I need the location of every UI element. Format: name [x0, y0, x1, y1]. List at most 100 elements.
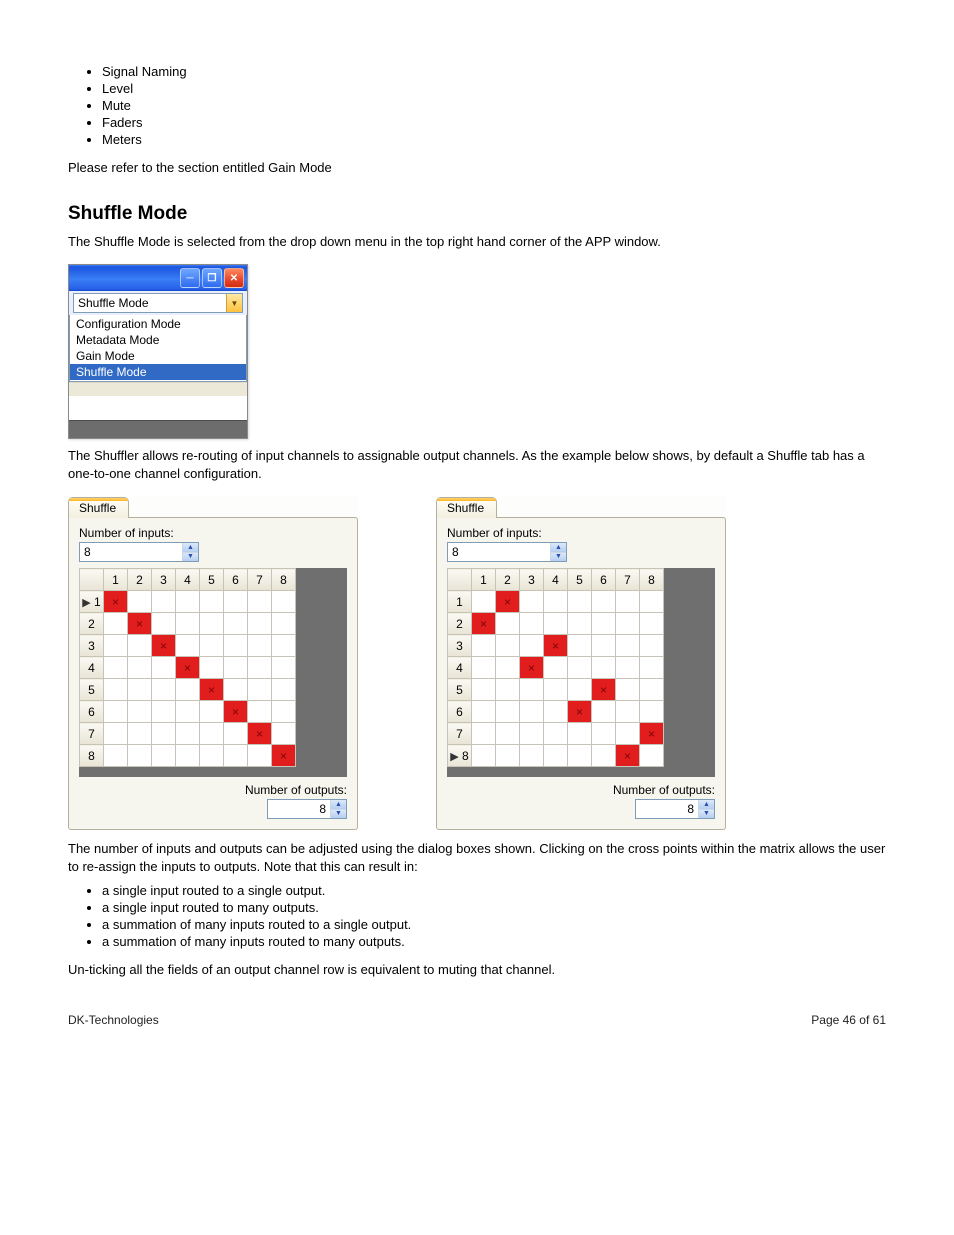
grid-cell[interactable]: [592, 723, 616, 745]
mode-dropdown[interactable]: Configuration ModeMetadata ModeGain Mode…: [69, 315, 247, 382]
grid-cell[interactable]: [520, 679, 544, 701]
grid-cell[interactable]: ×: [176, 657, 200, 679]
grid-cell[interactable]: [224, 679, 248, 701]
grid-cell[interactable]: [224, 657, 248, 679]
grid-cell[interactable]: [200, 657, 224, 679]
mode-option[interactable]: Metadata Mode: [70, 332, 246, 348]
grid-cell[interactable]: [496, 679, 520, 701]
grid-cell[interactable]: ×: [616, 745, 640, 767]
grid-cell[interactable]: [568, 679, 592, 701]
grid-cell[interactable]: [272, 701, 296, 723]
grid-cell[interactable]: [272, 679, 296, 701]
grid-cell[interactable]: [272, 591, 296, 613]
grid-cell[interactable]: [224, 591, 248, 613]
grid-cell[interactable]: [520, 701, 544, 723]
chevron-up-icon[interactable]: ▲: [551, 543, 566, 553]
grid-cell[interactable]: [200, 745, 224, 767]
grid-cell[interactable]: [568, 723, 592, 745]
grid-cell[interactable]: [152, 657, 176, 679]
grid-cell[interactable]: ×: [128, 613, 152, 635]
grid-cell[interactable]: [640, 701, 664, 723]
grid-cell[interactable]: [616, 679, 640, 701]
chevron-up-icon[interactable]: ▲: [183, 543, 198, 553]
grid-cell[interactable]: [472, 745, 496, 767]
chevron-down-icon[interactable]: ▼: [551, 553, 566, 562]
grid-cell[interactable]: [544, 657, 568, 679]
grid-cell[interactable]: [200, 591, 224, 613]
grid-cell[interactable]: [640, 613, 664, 635]
grid-cell[interactable]: [104, 657, 128, 679]
chevron-down-icon[interactable]: ▼: [699, 810, 714, 819]
grid-cell[interactable]: [496, 613, 520, 635]
grid-cell[interactable]: [128, 635, 152, 657]
grid-cell[interactable]: [152, 745, 176, 767]
grid-cell[interactable]: [544, 613, 568, 635]
grid-cell[interactable]: [200, 613, 224, 635]
mode-option[interactable]: Configuration Mode: [70, 316, 246, 332]
grid-cell[interactable]: [128, 701, 152, 723]
grid-cell[interactable]: [592, 591, 616, 613]
grid-cell[interactable]: [544, 745, 568, 767]
grid-cell[interactable]: [472, 723, 496, 745]
grid-cell[interactable]: [200, 635, 224, 657]
grid-cell[interactable]: [496, 635, 520, 657]
chevron-up-icon[interactable]: ▲: [331, 800, 346, 810]
tab-shuffle[interactable]: Shuffle: [436, 497, 497, 518]
grid-cell[interactable]: [496, 701, 520, 723]
grid-cell[interactable]: [104, 701, 128, 723]
chevron-down-icon[interactable]: ▼: [183, 553, 198, 562]
mode-option[interactable]: Gain Mode: [70, 348, 246, 364]
grid-cell[interactable]: [104, 723, 128, 745]
grid-cell[interactable]: [616, 723, 640, 745]
grid-cell[interactable]: [472, 701, 496, 723]
routing-grid[interactable]: 123456781×2×3×4×5×6×7×▶ 8×: [447, 568, 664, 767]
grid-cell[interactable]: [248, 679, 272, 701]
grid-cell[interactable]: ×: [200, 679, 224, 701]
grid-cell[interactable]: [128, 591, 152, 613]
grid-cell[interactable]: ×: [152, 635, 176, 657]
grid-cell[interactable]: ×: [496, 591, 520, 613]
grid-cell[interactable]: [224, 723, 248, 745]
grid-cell[interactable]: [176, 635, 200, 657]
grid-cell[interactable]: [520, 723, 544, 745]
chevron-up-icon[interactable]: ▲: [699, 800, 714, 810]
grid-cell[interactable]: [520, 635, 544, 657]
grid-cell[interactable]: ×: [520, 657, 544, 679]
grid-cell[interactable]: [544, 679, 568, 701]
grid-cell[interactable]: [248, 613, 272, 635]
grid-cell[interactable]: [520, 613, 544, 635]
grid-cell[interactable]: [592, 613, 616, 635]
grid-cell[interactable]: [248, 657, 272, 679]
grid-cell[interactable]: [104, 745, 128, 767]
grid-cell[interactable]: ×: [104, 591, 128, 613]
grid-cell[interactable]: [592, 635, 616, 657]
grid-cell[interactable]: [128, 745, 152, 767]
grid-cell[interactable]: [616, 613, 640, 635]
grid-cell[interactable]: ×: [272, 745, 296, 767]
grid-cell[interactable]: [640, 679, 664, 701]
grid-cell[interactable]: ×: [640, 723, 664, 745]
grid-cell[interactable]: [592, 657, 616, 679]
grid-cell[interactable]: [472, 635, 496, 657]
grid-cell[interactable]: [176, 591, 200, 613]
grid-cell[interactable]: [128, 679, 152, 701]
outputs-stepper[interactable]: 8 ▲▼: [267, 799, 347, 819]
grid-cell[interactable]: [272, 657, 296, 679]
grid-cell[interactable]: ×: [472, 613, 496, 635]
grid-cell[interactable]: [616, 591, 640, 613]
grid-cell[interactable]: [248, 591, 272, 613]
grid-cell[interactable]: [224, 635, 248, 657]
grid-cell[interactable]: [568, 657, 592, 679]
inputs-stepper[interactable]: 8 ▲▼: [79, 542, 199, 562]
grid-cell[interactable]: [496, 657, 520, 679]
grid-cell[interactable]: ×: [544, 635, 568, 657]
grid-cell[interactable]: [544, 723, 568, 745]
grid-cell[interactable]: [224, 745, 248, 767]
mode-select[interactable]: Shuffle Mode ▼: [73, 293, 243, 313]
grid-cell[interactable]: [592, 701, 616, 723]
grid-cell[interactable]: [472, 657, 496, 679]
grid-cell[interactable]: [248, 635, 272, 657]
grid-cell[interactable]: [472, 591, 496, 613]
grid-cell[interactable]: [104, 635, 128, 657]
close-button[interactable]: ✕: [224, 268, 244, 288]
